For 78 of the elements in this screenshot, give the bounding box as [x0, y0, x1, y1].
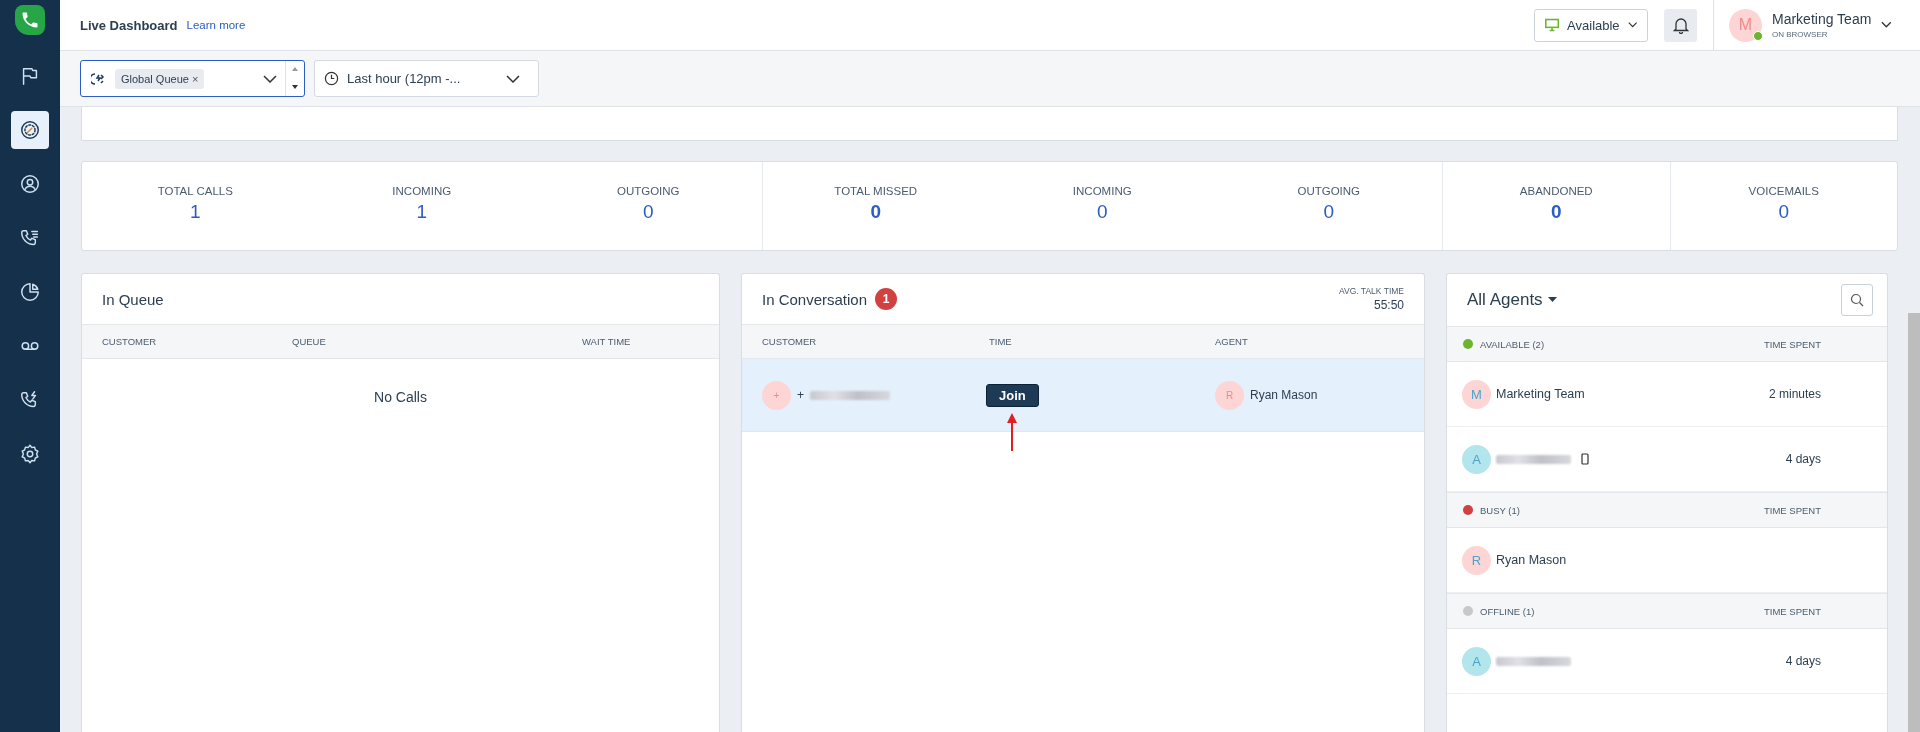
stat-label: OUTGOING [1297, 185, 1361, 197]
column-header: TIME SPENT [1764, 605, 1821, 617]
stat-label: INCOMING [1072, 185, 1132, 197]
time-spent: 4 days [1785, 654, 1821, 668]
chevron-icon [506, 74, 520, 83]
stat-value: 0 [1550, 201, 1562, 223]
column-header: TIME [989, 336, 1013, 347]
phone-logo-icon[interactable] [15, 5, 45, 35]
status-dropdown[interactable]: Available [1534, 8, 1648, 42]
join-button[interactable]: Join [986, 383, 1039, 407]
agent-avatar: R [1215, 380, 1244, 410]
chevron-icon[interactable] [1881, 21, 1892, 29]
stat-value: 0 [1096, 201, 1108, 223]
stat-value: 0 [870, 201, 882, 223]
scrollbar[interactable] [1908, 313, 1920, 732]
conversation-row[interactable]: + + Join R Ryan Mason [742, 359, 1424, 432]
customer-avatar: + [762, 380, 791, 410]
agent-avatar: A [1462, 444, 1491, 474]
agent-row[interactable]: A 4 days [1447, 629, 1887, 694]
stat-label: OUTGOING [616, 185, 680, 197]
group-label: OFFLINE (1) [1480, 605, 1535, 617]
stat-value: 1 [416, 201, 428, 223]
agent-name: Marketing Team [1496, 387, 1585, 401]
stat-value: 1 [189, 201, 201, 223]
group-label: BUSY (1) [1480, 504, 1520, 516]
avg-talk-time-label: AVG. TALK TIME [1338, 286, 1404, 296]
avg-talk-time-value: 55:50 [1373, 298, 1404, 312]
arrow-drawing [1007, 413, 1017, 451]
gauge-icon[interactable] [11, 111, 49, 149]
user-avatar: M [1729, 8, 1762, 42]
customer-number: + [797, 388, 804, 402]
stat-label: INCOMING [392, 185, 452, 197]
count-badge: 1 [875, 288, 898, 310]
column-header: TIME SPENT [1764, 338, 1821, 350]
search-icon [1850, 293, 1864, 307]
empty-message: No Calls [374, 389, 427, 405]
bell-icon [1672, 16, 1689, 34]
queue-icon [91, 70, 107, 87]
notifications-button[interactable] [1664, 8, 1697, 42]
search-button[interactable] [1841, 284, 1873, 316]
monitor-icon [1545, 17, 1560, 33]
agent-row[interactable]: M Marketing Team 2 minutes [1447, 362, 1887, 427]
agent-name: Ryan Mason [1496, 553, 1567, 567]
time-spent: 2 minutes [1768, 387, 1821, 401]
clock-icon [324, 71, 339, 86]
user-status: ON BROWSER [1772, 30, 1829, 39]
remove-tag-button[interactable]: × [191, 72, 199, 85]
column-header: CUSTOMER [102, 336, 158, 347]
agent-avatar: R [1462, 545, 1491, 575]
chevron-icon [1627, 21, 1637, 29]
time-range-select[interactable]: Last hour (12pm -... [314, 60, 539, 97]
stat-label: TOTAL CALLS [157, 185, 233, 197]
stat-value: 0 [1778, 201, 1790, 223]
learn-more-link[interactable]: Learn more [186, 19, 246, 31]
stat-label: TOTAL MISSED [834, 185, 918, 197]
stat-label: ABANDONED [1519, 185, 1593, 197]
page-title: Live Dashboard [80, 17, 178, 33]
stat-value: 0 [1323, 201, 1335, 223]
group-label: AVAILABLE (2) [1480, 338, 1545, 350]
stat-value: 0 [642, 201, 654, 223]
queue-tag: Global Queue × [115, 68, 205, 89]
stat-label: VOICEMAILS [1748, 185, 1819, 197]
column-header: AGENT [1215, 336, 1249, 347]
agents-filter-dropdown[interactable]: All Agents [1467, 290, 1557, 310]
agent-name: Ryan Mason [1250, 388, 1318, 402]
panel-title: In Queue [102, 290, 164, 308]
agent-avatar: A [1462, 646, 1491, 676]
user-name: Marketing Team [1772, 11, 1872, 27]
agent-avatar: M [1462, 379, 1491, 409]
column-header: QUEUE [292, 336, 327, 347]
time-spent: 4 days [1785, 452, 1821, 466]
queue-select[interactable]: Global Queue × [80, 60, 305, 97]
panel-title: In Conversation [762, 290, 868, 308]
column-header: CUSTOMER [762, 336, 818, 347]
column-header: WAIT TIME [582, 336, 632, 347]
column-header: TIME SPENT [1764, 504, 1821, 516]
chevron-icon [263, 74, 277, 83]
caret-icon [1547, 297, 1557, 303]
